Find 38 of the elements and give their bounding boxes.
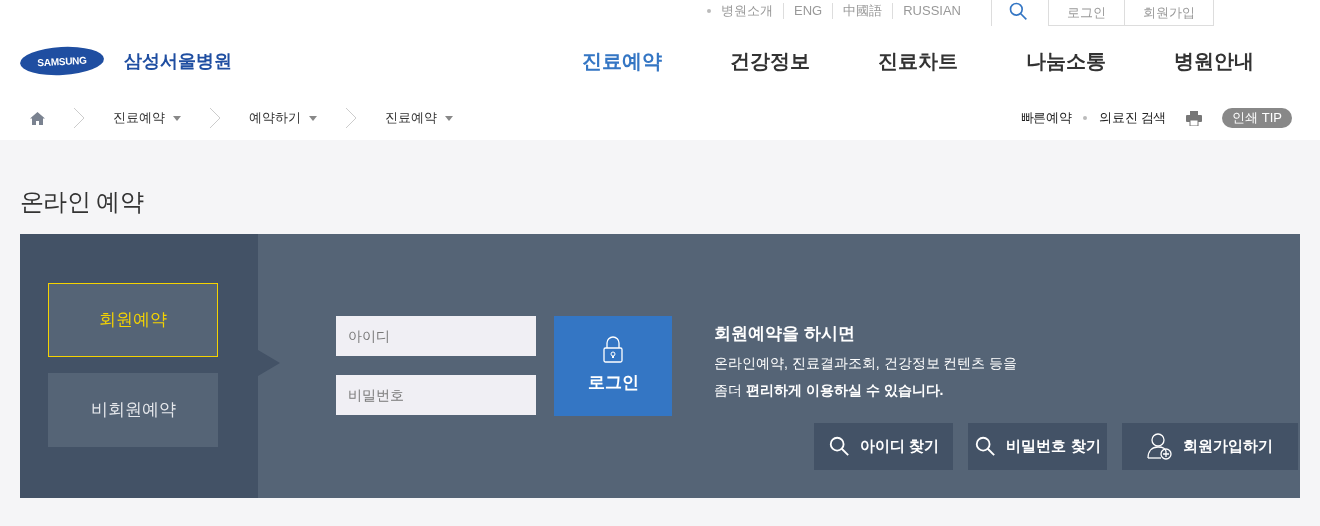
print-tip-button[interactable]: 인쇄 TIP [1222, 108, 1292, 128]
breadcrumb-item[interactable]: 진료예약 [113, 108, 165, 128]
home-icon[interactable] [30, 111, 45, 125]
chevron-icon [345, 107, 357, 129]
id-field[interactable]: 아이디 [336, 316, 536, 356]
reservation-tab[interactable]: 회원예약 [48, 283, 218, 357]
chevron-icon [73, 107, 85, 129]
user-add-icon [1147, 432, 1173, 460]
search-icon [827, 435, 850, 457]
info-heading: 회원예약을 하시면 [714, 323, 856, 345]
lock-icon [603, 336, 623, 365]
page-title: 온라인 예약 [20, 187, 145, 217]
nav-item[interactable]: 병원안내 [1174, 46, 1254, 76]
password-field[interactable]: 비밀번호 [336, 375, 536, 415]
breadcrumb-item[interactable]: 예약하기 [249, 108, 301, 128]
samsung-logo[interactable]: SAMSUNG [19, 44, 105, 78]
search-icon [974, 435, 997, 457]
search-icon [1008, 1, 1028, 21]
info-text: 온라인예약, 진료결과조회, 건강정보 컨텐츠 등을 [714, 353, 1019, 373]
caret-icon [445, 115, 453, 121]
login-button[interactable]: 로그인 [554, 316, 672, 416]
nav-item[interactable]: 건강정보 [730, 46, 810, 76]
nav-item[interactable]: 진료예약 [582, 46, 662, 76]
account-action-button[interactable]: 아이디 찾기 [814, 422, 953, 470]
caret-icon [173, 115, 181, 121]
account-action-button[interactable]: 비밀번호 찾기 [968, 422, 1107, 470]
account-action-button[interactable]: 회원가입하기 [1122, 422, 1298, 470]
info-text: 좀더 편리하게 이용하실 수 있습니다. [714, 380, 945, 400]
chevron-icon [209, 107, 221, 129]
reservation-tab[interactable]: 비회원예약 [48, 373, 218, 447]
nav-item[interactable]: 나눔소통 [1026, 46, 1106, 76]
quick-link[interactable]: 빠른예약 [1020, 108, 1072, 128]
print-icon[interactable] [1186, 110, 1203, 126]
caret-icon [309, 115, 317, 121]
hospital-name: 삼성서울병원 [124, 49, 232, 73]
quick-link[interactable]: 의료진 검색 [1099, 108, 1167, 128]
breadcrumb-item[interactable]: 진료예약 [385, 108, 437, 128]
nav-item[interactable]: 진료차트 [878, 46, 958, 76]
